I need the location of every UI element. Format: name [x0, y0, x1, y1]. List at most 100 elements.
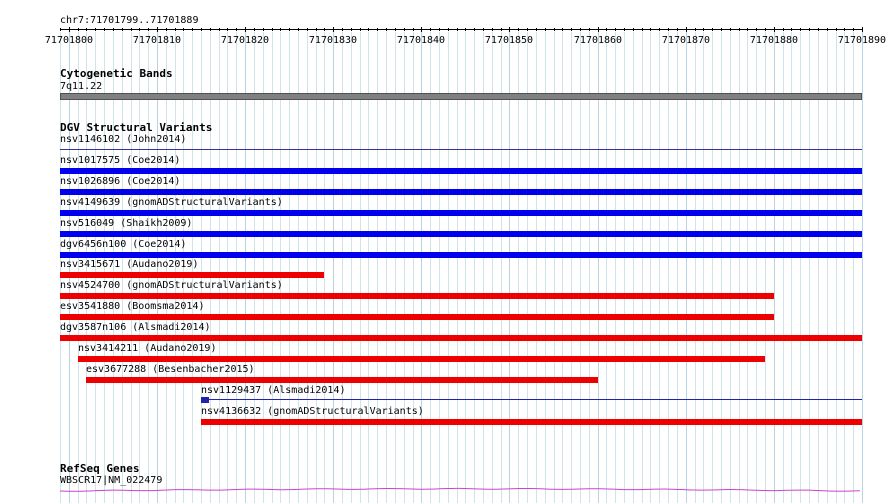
genome-browser-view: chr7:71701799..71701889 71701800 71701810…	[0, 0, 890, 503]
dgv-feature-bar[interactable]	[86, 377, 598, 383]
ruler-minor-tick	[104, 28, 105, 31]
ruler-minor-tick	[562, 28, 563, 31]
cytoband-label: 7q11.22	[60, 81, 103, 92]
ruler-tick	[421, 27, 422, 32]
ruler-minor-tick	[316, 28, 317, 31]
ruler-minor-tick	[280, 28, 281, 31]
dgv-feature-bar[interactable]	[60, 293, 774, 299]
ruler-minor-tick	[580, 28, 581, 31]
dgv-feature-bar[interactable]	[60, 252, 862, 258]
ruler-minor-tick	[827, 28, 828, 31]
ruler-tick	[157, 27, 158, 32]
ruler-minor-tick	[791, 28, 792, 31]
ruler-tick-label: 71701890	[837, 35, 887, 46]
dgv-feature-label: nsv4524700 (gnomADStructuralVariants)	[60, 280, 283, 291]
ruler-minor-tick	[122, 28, 123, 31]
ruler-tick	[333, 27, 334, 32]
gene-line	[60, 487, 861, 492]
ruler-minor-tick	[227, 28, 228, 31]
ruler-minor-tick	[430, 28, 431, 31]
dgv-feature-label: dgv6456n100 (Coe2014)	[60, 239, 187, 250]
ruler-minor-tick	[536, 28, 537, 31]
ruler-minor-tick	[615, 28, 616, 31]
ruler-minor-tick	[554, 28, 555, 31]
dgv-feature-bar[interactable]	[201, 397, 862, 403]
ruler-minor-tick	[439, 28, 440, 31]
dgv-feature-bar[interactable]	[60, 149, 862, 150]
dgv-feature-bar[interactable]	[60, 210, 862, 216]
ruler-minor-tick	[703, 28, 704, 31]
ruler-tick	[862, 27, 863, 32]
dgv-feature-label: nsv3414211 (Audano2019)	[78, 343, 217, 354]
ruler-minor-tick	[571, 28, 572, 31]
ruler-tick-label: 71701830	[308, 35, 358, 46]
ruler-minor-tick	[404, 28, 405, 31]
ruler-tick-label: 71701840	[396, 35, 446, 46]
ruler-tick-label: 71701850	[484, 35, 534, 46]
ruler-minor-tick	[298, 28, 299, 31]
ruler-minor-tick	[210, 28, 211, 31]
dgv-feature-bar[interactable]	[60, 314, 774, 320]
ruler-minor-tick	[413, 28, 414, 31]
ruler-minor-tick	[800, 28, 801, 31]
ruler-tick-label: 71701860	[573, 35, 623, 46]
ruler-minor-tick	[377, 28, 378, 31]
ruler-minor-tick	[272, 28, 273, 31]
ruler-tick	[69, 27, 70, 32]
ruler-minor-tick	[324, 28, 325, 31]
ruler-axis	[60, 29, 862, 30]
ruler-minor-tick	[730, 28, 731, 31]
ruler-minor-tick	[289, 28, 290, 31]
ruler-minor-tick	[474, 28, 475, 31]
ruler-minor-tick	[201, 28, 202, 31]
gene-feature[interactable]	[60, 484, 862, 498]
ruler-minor-tick	[668, 28, 669, 31]
ruler-minor-tick	[844, 28, 845, 31]
ruler-minor-tick	[183, 28, 184, 31]
cytoband-track-title[interactable]: Cytogenetic Bands	[60, 67, 173, 80]
ruler-tick	[509, 27, 510, 32]
ruler-minor-tick	[342, 28, 343, 31]
ruler-tick-label: 71701870	[661, 35, 711, 46]
ruler-minor-tick	[809, 28, 810, 31]
dgv-feature-bar[interactable]	[201, 419, 862, 425]
ruler-minor-tick	[386, 28, 387, 31]
ruler-minor-tick	[712, 28, 713, 31]
ruler-minor-tick	[747, 28, 748, 31]
dgv-feature-bar[interactable]	[60, 335, 862, 341]
ruler-minor-tick	[501, 28, 502, 31]
ruler-minor-tick	[756, 28, 757, 31]
ruler-minor-tick	[78, 28, 79, 31]
ruler-minor-tick	[492, 28, 493, 31]
dgv-feature-label: esv3541880 (Boomsma2014)	[60, 301, 205, 312]
refseq-track-title[interactable]: RefSeq Genes	[60, 462, 139, 475]
ruler-minor-tick	[739, 28, 740, 31]
ruler-minor-tick	[695, 28, 696, 31]
ruler-minor-tick	[219, 28, 220, 31]
dgv-feature-label: nsv4149639 (gnomADStructuralVariants)	[60, 197, 283, 208]
dgv-feature-bar[interactable]	[60, 272, 324, 278]
ruler-minor-tick	[465, 28, 466, 31]
dgv-feature-label: nsv516049 (Shaikh2009)	[60, 218, 193, 229]
ruler-minor-tick	[351, 28, 352, 31]
cytoband-bar[interactable]	[60, 93, 862, 100]
ruler-minor-tick	[783, 28, 784, 31]
ruler-minor-tick	[677, 28, 678, 31]
ruler-minor-tick	[721, 28, 722, 31]
ruler-minor-tick	[633, 28, 634, 31]
ruler-minor-tick	[236, 28, 237, 31]
dgv-feature-bar[interactable]	[60, 168, 862, 174]
ruler-minor-tick	[589, 28, 590, 31]
dgv-feature-bar[interactable]	[60, 189, 862, 195]
dgv-feature-bar[interactable]	[78, 356, 765, 362]
ruler-minor-tick	[95, 28, 96, 31]
ruler-minor-tick	[368, 28, 369, 31]
ruler-minor-tick	[836, 28, 837, 31]
dgv-feature-bar[interactable]	[60, 231, 862, 237]
dgv-track-title[interactable]: DGV Structural Variants	[60, 121, 212, 134]
ruler-minor-tick	[606, 28, 607, 31]
ruler-minor-tick	[148, 28, 149, 31]
ruler-minor-tick	[853, 28, 854, 31]
ruler-minor-tick	[659, 28, 660, 31]
ruler-minor-tick	[395, 28, 396, 31]
